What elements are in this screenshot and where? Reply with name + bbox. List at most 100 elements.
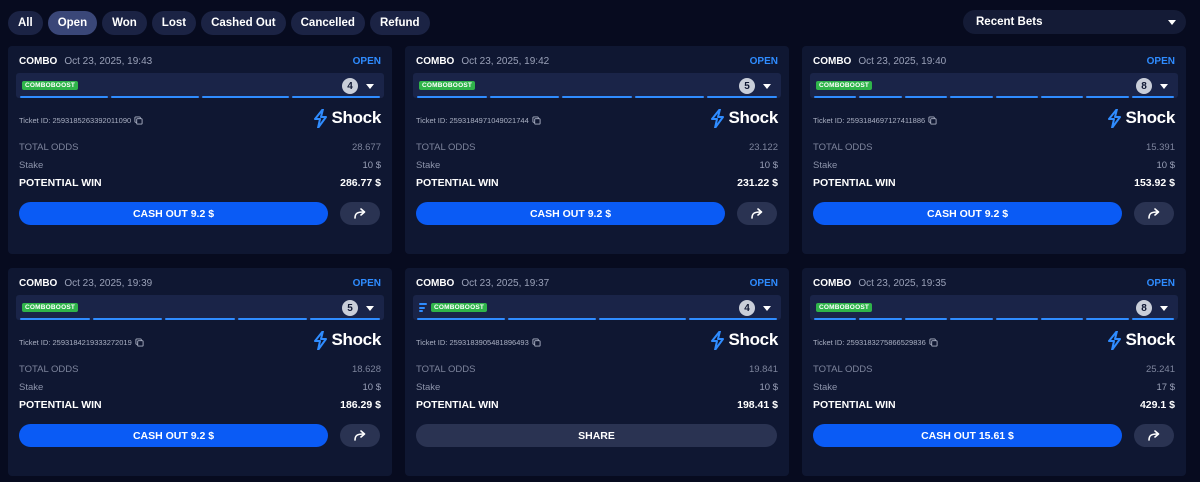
ticket-label: Ticket ID: 2593184219333272019 xyxy=(19,338,132,347)
share-button[interactable] xyxy=(737,202,777,225)
stake-value: 17 $ xyxy=(1156,382,1176,393)
filter-cashed-out[interactable]: Cashed Out xyxy=(201,11,286,35)
ticket-prefix: Ticket ID: xyxy=(416,116,450,125)
share-button[interactable] xyxy=(1134,202,1174,225)
ticket-prefix: Ticket ID: xyxy=(813,338,847,347)
bet-type: COMBO xyxy=(19,55,58,67)
copy-icon[interactable] xyxy=(532,116,541,125)
ticket-number: 2593183905481896493 xyxy=(449,338,529,347)
copy-icon[interactable] xyxy=(135,338,144,347)
total-odds-row: TOTAL ODDS 28.677 xyxy=(19,142,381,153)
filter-refund[interactable]: Refund xyxy=(369,11,430,35)
ticket-prefix: Ticket ID: xyxy=(813,116,847,125)
bet-card: COMBO Oct 23, 2025, 19:43 OPEN COMBOBOOS… xyxy=(8,46,392,254)
leg-segment xyxy=(689,318,777,320)
bet-legs-toggle[interactable]: COMBOBOOST 5 xyxy=(413,73,781,98)
recent-bets-dropdown[interactable]: Recent Bets xyxy=(963,10,1186,34)
cash-out-button[interactable]: CASH OUT 9.2 $ xyxy=(813,202,1122,225)
cash-out-button[interactable]: CASH OUT 9.2 $ xyxy=(19,202,328,225)
potential-win-value: 429.1 $ xyxy=(1139,399,1175,411)
share-button[interactable] xyxy=(1134,424,1174,447)
chevron-down-icon xyxy=(1160,84,1168,89)
leg-segment xyxy=(814,96,857,98)
boost-lines-icon xyxy=(419,303,427,312)
leg-segment xyxy=(417,318,505,320)
leg-segment xyxy=(562,96,632,98)
copy-icon[interactable] xyxy=(532,338,541,347)
total-odds-row: TOTAL ODDS 25.241 xyxy=(813,364,1175,375)
bet-type: COMBO xyxy=(416,277,455,289)
leg-count: 5 xyxy=(342,300,358,316)
potential-win-label: POTENTIAL WIN xyxy=(813,177,896,189)
brand-name: Shock xyxy=(728,108,778,127)
bet-type: COMBO xyxy=(813,55,852,67)
status-filter-bar: All Open Won Lost Cashed Out Cancelled R… xyxy=(8,11,430,35)
total-odds-label: TOTAL ODDS xyxy=(19,364,79,375)
bet-card: COMBO Oct 23, 2025, 19:42 OPEN COMBOBOOS… xyxy=(405,46,789,254)
bet-cards-grid: COMBO Oct 23, 2025, 19:43 OPEN COMBOBOOS… xyxy=(8,46,1186,476)
filter-cancelled[interactable]: Cancelled xyxy=(290,11,365,35)
shock-logo: Shock xyxy=(711,108,778,128)
bet-legs-toggle[interactable]: COMBOBOOST 4 xyxy=(16,73,384,98)
total-odds-label: TOTAL ODDS xyxy=(813,142,873,153)
leg-segment xyxy=(814,318,857,320)
filter-all[interactable]: All xyxy=(8,11,43,35)
copy-icon[interactable] xyxy=(134,116,143,125)
ticket-id: Ticket ID: 2593185263392011090 xyxy=(19,116,143,125)
bet-date: Oct 23, 2025, 19:43 xyxy=(64,55,153,67)
chevron-down-icon xyxy=(763,306,771,311)
status-badge: OPEN xyxy=(749,55,778,67)
total-odds-value: 23.122 xyxy=(748,142,778,153)
combo-boost-badge: COMBOBOOST xyxy=(419,81,476,90)
ticket-id: Ticket ID: 2593183275866529836 xyxy=(813,338,938,347)
cash-out-button[interactable]: CASH OUT 15.61 $ xyxy=(813,424,1122,447)
copy-icon[interactable] xyxy=(929,338,938,347)
status-badge: OPEN xyxy=(1146,55,1175,67)
boost-wrap: COMBOBOOST xyxy=(419,81,476,90)
bolt-icon xyxy=(1108,330,1122,350)
shock-logo: Shock xyxy=(711,330,778,350)
bet-legs-toggle[interactable]: COMBOBOOST 8 xyxy=(810,73,1178,98)
stake-row: Stake 10 $ xyxy=(813,160,1175,171)
chevron-down-icon xyxy=(366,306,374,311)
cash-out-button[interactable]: CASH OUT 9.2 $ xyxy=(416,202,725,225)
share-button[interactable] xyxy=(340,424,380,447)
bet-card-header: COMBO Oct 23, 2025, 19:40 OPEN xyxy=(813,54,1175,68)
bolt-icon xyxy=(314,108,328,128)
stake-value: 10 $ xyxy=(759,160,779,171)
leg-progress-segments xyxy=(413,318,781,320)
bet-legs-toggle[interactable]: COMBOBOOST 4 xyxy=(413,295,781,320)
stake-row: Stake 17 $ xyxy=(813,382,1175,393)
copy-icon[interactable] xyxy=(928,116,937,125)
potential-win-value: 186.29 $ xyxy=(340,399,381,411)
filter-won[interactable]: Won xyxy=(102,11,147,35)
leg-segment xyxy=(165,318,235,320)
leg-count: 8 xyxy=(1136,78,1152,94)
leg-progress-segments xyxy=(810,96,1178,98)
bet-legs-toggle[interactable]: COMBOBOOST 8 xyxy=(810,295,1178,320)
stake-row: Stake 10 $ xyxy=(416,382,778,393)
ticket-number: 2593184219333272019 xyxy=(52,338,132,347)
status-badge: OPEN xyxy=(749,277,778,289)
bet-card-header: COMBO Oct 23, 2025, 19:43 OPEN xyxy=(19,54,381,68)
share-button[interactable]: SHARE xyxy=(416,424,777,447)
share-button[interactable] xyxy=(340,202,380,225)
status-badge: OPEN xyxy=(352,55,381,67)
filter-open[interactable]: Open xyxy=(47,11,98,35)
boost-wrap: COMBOBOOST xyxy=(22,303,79,312)
stake-value: 10 $ xyxy=(759,382,779,393)
leg-segment xyxy=(950,318,993,320)
status-badge: OPEN xyxy=(1146,277,1175,289)
combo-boost-badge: COMBOBOOST xyxy=(22,81,79,90)
potential-win-row: POTENTIAL WIN 231.22 $ xyxy=(416,177,778,189)
cash-out-button[interactable]: CASH OUT 9.2 $ xyxy=(19,424,328,447)
leg-segment xyxy=(417,96,487,98)
filter-lost[interactable]: Lost xyxy=(151,11,197,35)
bet-legs-toggle[interactable]: COMBOBOOST 5 xyxy=(16,295,384,320)
bolt-icon xyxy=(1108,108,1122,128)
potential-win-value: 231.22 $ xyxy=(737,177,778,189)
leg-segment xyxy=(598,318,687,320)
leg-segment xyxy=(237,318,308,320)
stake-label: Stake xyxy=(416,382,441,393)
potential-win-label: POTENTIAL WIN xyxy=(19,399,102,411)
